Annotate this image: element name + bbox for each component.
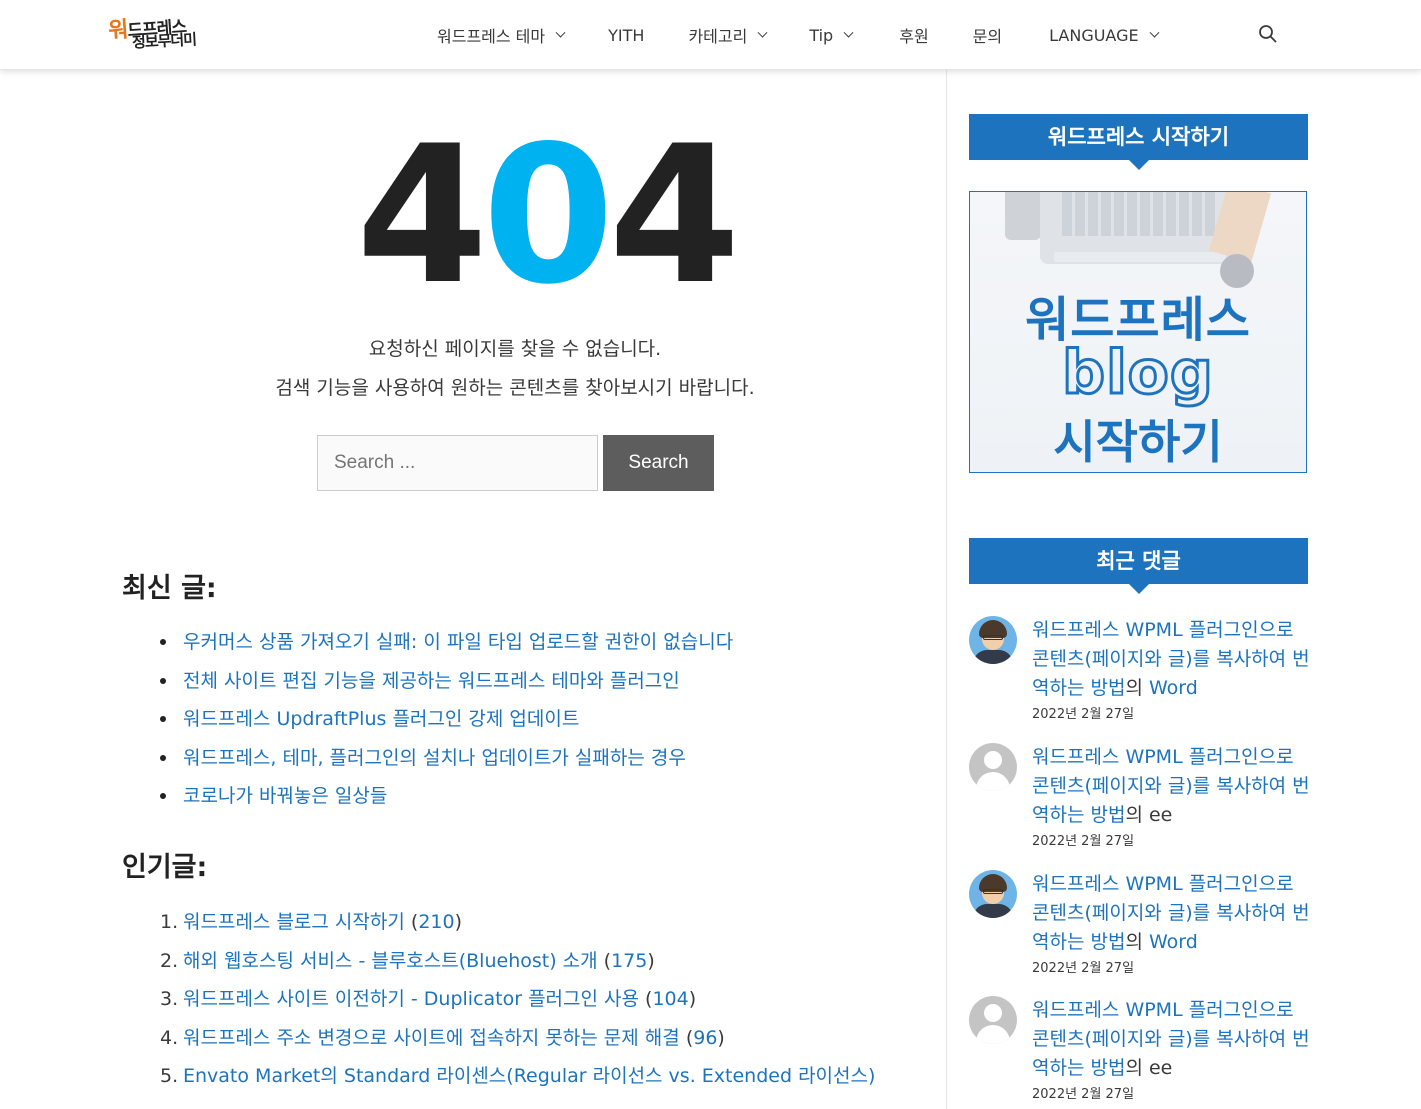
list-item: 워드프레스 UpdraftPlus 플러그인 강제 업데이트 bbox=[160, 706, 940, 745]
promo-start: 시작하기 bbox=[1053, 415, 1223, 469]
widget-arrow bbox=[1129, 160, 1149, 170]
comment-author-link[interactable]: Word bbox=[1149, 931, 1198, 953]
list-item: 워드프레스, 테마, 플러그인의 설치나 업데이트가 실패하는 경우 bbox=[160, 745, 940, 784]
chevron-down-icon bbox=[843, 27, 854, 38]
recent-post-link[interactable]: 전체 사이트 편집 기능을 제공하는 워드프레스 테마와 플러그인 bbox=[183, 668, 680, 694]
site-header: 워드프레스 정보무더미 워드프레스 테마 YITH 카테고리 Tip 후원 문의… bbox=[0, 0, 1421, 70]
list-item: 3. 워드프레스 사이트 이전하기 - Duplicator 플러그인 사용 (1… bbox=[160, 986, 697, 1012]
avatar bbox=[969, 743, 1017, 791]
comment-text: 워드프레스 WPML 플러그인으로 콘텐츠(페이지와 글)를 복사하여 번역하는… bbox=[1032, 746, 1310, 826]
recent-post-link[interactable]: 우커머스 상품 가져오기 실패: 이 파일 타입 업로드할 권한이 없습니다 bbox=[183, 629, 733, 655]
list-item: 코로나가 바꿔놓은 일상들 bbox=[160, 783, 940, 822]
widget-arrow bbox=[1129, 584, 1149, 594]
list-item: 4. 워드프레스 주소 변경으로 사이트에 접속하지 못하는 문제 해결 (96) bbox=[160, 1025, 725, 1051]
nav-item-contact[interactable]: 문의 bbox=[951, 0, 1032, 70]
comment-date: 2022년 2월 27일 bbox=[1032, 1087, 1135, 1102]
bullet-icon bbox=[160, 716, 166, 723]
nav-item-themes[interactable]: 워드프레스 테마 bbox=[420, 0, 581, 70]
widget-title-start: 워드프레스 시작하기 bbox=[969, 114, 1308, 170]
recent-posts-list: 우커머스 상품 가져오기 실패: 이 파일 타입 업로드할 권한이 없습니다 전… bbox=[160, 629, 940, 822]
promo-blog: blog bbox=[1061, 337, 1215, 410]
sidebar-divider bbox=[946, 70, 947, 1109]
phone-graphic bbox=[1005, 192, 1041, 240]
recent-post-link[interactable]: 워드프레스 UpdraftPlus 플러그인 강제 업데이트 bbox=[183, 706, 579, 732]
list-item: 5. Envato Market의 Standard 라이센스(Regular 라… bbox=[160, 1063, 876, 1089]
list-item: 우커머스 상품 가져오기 실패: 이 파일 타입 업로드할 권한이 없습니다 bbox=[160, 629, 940, 668]
error-hint: 검색 기능을 사용하여 원하는 콘텐츠를 찾아보시기 바랍니다. bbox=[275, 377, 755, 399]
error-message: 요청하신 페이지를 찾을 수 없습니다. bbox=[368, 338, 662, 360]
chevron-down-icon bbox=[555, 27, 566, 38]
comment-text: 워드프레스 WPML 플러그인으로 콘텐츠(페이지와 글)를 복사하여 번역하는… bbox=[1032, 999, 1310, 1079]
bullet-icon bbox=[160, 793, 166, 800]
logo-line2: 정보무더미 bbox=[131, 30, 197, 52]
recent-posts-title: 최신 글: bbox=[122, 573, 217, 604]
error-code: 404 bbox=[356, 105, 741, 326]
nav-item-sponsor[interactable]: 후원 bbox=[869, 0, 950, 70]
widget-title-comments: 최근 댓글 bbox=[969, 538, 1308, 594]
comment-text: 워드프레스 WPML 플러그인으로 콘텐츠(페이지와 글)를 복사하여 번역하는… bbox=[1032, 873, 1310, 953]
search-icon[interactable] bbox=[1258, 24, 1278, 44]
bullet-icon bbox=[160, 677, 166, 684]
avatar bbox=[969, 870, 1017, 918]
list-item: 1. 워드프레스 블로그 시작하기 (210) bbox=[160, 909, 462, 935]
popular-post-link[interactable]: Envato Market의 Standard 라이센스(Regular 라이선… bbox=[183, 1063, 875, 1089]
chevron-down-icon bbox=[757, 27, 768, 38]
nav-item-tip[interactable]: Tip bbox=[783, 0, 869, 70]
search-input[interactable]: Search ... bbox=[317, 435, 598, 491]
avatar bbox=[969, 616, 1017, 664]
list-item: 전체 사이트 편집 기능을 제공하는 워드프레스 테마와 플러그인 bbox=[160, 668, 940, 707]
list-item: 2. 해외 웹호스팅 서비스 - 블루호스트(Bluehost) 소개 (175) bbox=[160, 948, 655, 974]
main-nav: 워드프레스 테마 YITH 카테고리 Tip 후원 문의 LANGUAGE bbox=[420, 0, 1175, 70]
comment-author: ee bbox=[1148, 1057, 1173, 1079]
comment-text: 워드프레스 WPML 플러그인으로 콘텐츠(페이지와 글)를 복사하여 번역하는… bbox=[1032, 619, 1310, 699]
promo-banner[interactable]: 워드프레스 blog 시작하기 bbox=[969, 191, 1307, 473]
nav-item-yith[interactable]: YITH bbox=[581, 0, 671, 70]
nav-item-language[interactable]: LANGUAGE bbox=[1032, 0, 1174, 70]
popular-post-link[interactable]: 워드프레스 주소 변경으로 사이트에 접속하지 못하는 문제 해결 (96) bbox=[183, 1025, 725, 1051]
avatar bbox=[969, 996, 1017, 1044]
nav-item-category[interactable]: 카테고리 bbox=[671, 0, 783, 70]
popular-post-link[interactable]: 워드프레스 사이트 이전하기 - Duplicator 플러그인 사용 (104… bbox=[183, 986, 696, 1012]
popular-post-link[interactable]: 워드프레스 블로그 시작하기 (210) bbox=[183, 909, 462, 935]
comment-date: 2022년 2월 27일 bbox=[1032, 961, 1135, 976]
popular-posts-list: 1. 워드프레스 블로그 시작하기 (210) 2. 해외 웹호스팅 서비스 - 블… bbox=[160, 909, 940, 1102]
recent-post-link[interactable]: 워드프레스, 테마, 플러그인의 설치나 업데이트가 실패하는 경우 bbox=[183, 745, 686, 771]
search-button[interactable]: Search bbox=[603, 435, 714, 491]
site-logo[interactable]: 워드프레스 정보무더미 bbox=[107, 10, 208, 56]
chevron-down-icon bbox=[1149, 27, 1160, 38]
comment-date: 2022년 2월 27일 bbox=[1032, 707, 1135, 722]
recent-post-link[interactable]: 코로나가 바꿔놓은 일상들 bbox=[183, 783, 387, 809]
popular-post-link[interactable]: 해외 웹호스팅 서비스 - 블루호스트(Bluehost) 소개 (175) bbox=[183, 948, 655, 974]
bullet-icon bbox=[160, 754, 166, 761]
comment-author-link[interactable]: Word bbox=[1149, 677, 1198, 699]
comment-date: 2022년 2월 27일 bbox=[1032, 834, 1135, 849]
popular-posts-title: 인기글: bbox=[122, 852, 208, 883]
trackpad-graphic bbox=[1054, 252, 1226, 262]
bullet-icon bbox=[160, 639, 166, 645]
comment-author: ee bbox=[1148, 804, 1173, 826]
